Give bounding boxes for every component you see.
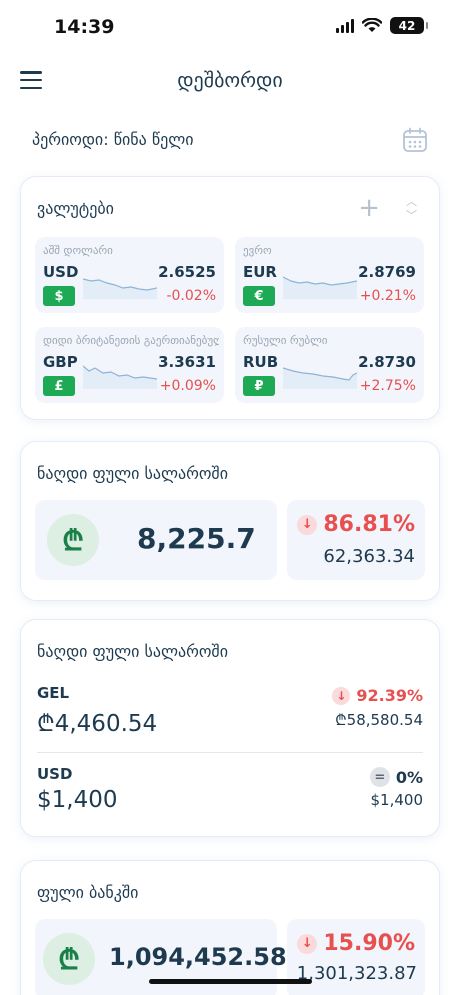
app-header: დეშბორდი	[0, 56, 460, 108]
cash-amount-box: ₾ 8,225.7	[35, 500, 277, 580]
cash-by-currency-card[interactable]: ნაღდი ფული სალაროში GEL ₾4,460.54 ↓ 92.3…	[20, 619, 440, 837]
calendar-icon[interactable]	[402, 127, 428, 153]
sparkline-chart	[83, 365, 157, 389]
bank-card[interactable]: ფული ბანკში ₾ 1,094,452.58 ↓ 15.90% 1,30…	[20, 860, 440, 995]
currency-code: RUB	[243, 353, 279, 371]
page-title: დეშბორდი	[177, 68, 283, 92]
currency-tile-rub[interactable]: რუსული რუბლი RUB 2.8730 ₽ +2.75%	[235, 327, 424, 403]
row-currency-code: USD	[37, 765, 73, 783]
row-percent-value: 0%	[395, 767, 423, 787]
row-amount: ₾4,460.54	[37, 711, 158, 737]
currency-code: EUR	[243, 263, 277, 281]
row-previous: $1,400	[370, 791, 424, 809]
currency-rate: 2.8769	[358, 263, 416, 281]
currency-tile-eur[interactable]: ევრო EUR 2.8769 € +0.21%	[235, 237, 424, 313]
period-label: პერიოდი: წინა წელი	[32, 130, 194, 149]
ruble-icon: ₽	[243, 376, 275, 396]
cash-row-gel: GEL ₾4,460.54 ↓ 92.39% ₾58,580.54	[37, 684, 423, 744]
arrow-down-icon: ↓	[297, 933, 318, 954]
currency-change: +0.21%	[359, 288, 416, 304]
row-percent-value: 92.39%	[356, 686, 423, 705]
sparkline-chart	[83, 278, 157, 299]
period-selector[interactable]: პერიოდი: წინა წელი	[32, 122, 440, 162]
sort-icon[interactable]: ︿ ﹀	[406, 196, 417, 221]
cash-amount: 8,225.7	[137, 522, 256, 555]
sparkline-chart	[283, 276, 357, 299]
status-time: 14:39	[54, 16, 115, 38]
status-bar: 14:39 42	[0, 0, 460, 56]
currency-tile-usd[interactable]: აშშ დოლარი USD 2.6525 $ -0.02%	[35, 237, 224, 313]
euro-icon: €	[243, 286, 275, 306]
cash-box-title: ნაღდი ფული სალაროში	[37, 464, 228, 483]
currency-rate: 3.3631	[158, 353, 216, 371]
currencies-title: ვალუტები	[37, 199, 114, 218]
currency-tile-gbp[interactable]: დიდი ბრიტანეთის გაერთიანებული სამეფოს ფუ…	[35, 327, 224, 403]
cellular-signal-icon	[336, 18, 354, 33]
lari-icon: ₾	[47, 514, 99, 566]
status-icons: 42	[336, 17, 428, 34]
currency-change: -0.02%	[166, 288, 216, 304]
bank-amount: 1,094,452.58	[109, 943, 287, 971]
row-amount: $1,400	[37, 787, 118, 813]
row-previous: ₾58,580.54	[335, 711, 423, 729]
cash-percent: 86.81%	[323, 512, 415, 537]
row-percent: = 0%	[369, 767, 423, 787]
home-indicator[interactable]	[149, 979, 312, 984]
currency-change: +2.75%	[359, 378, 416, 394]
cash-by-currency-title: ნაღდი ფული სალაროში	[37, 642, 228, 661]
wifi-icon	[362, 18, 382, 32]
cash-box-card[interactable]: ნაღდი ფული სალაროში ₾ 8,225.7 ↓ 86.81% 6…	[20, 441, 440, 601]
battery-icon: 42	[390, 17, 428, 34]
pound-icon: £	[43, 376, 75, 396]
currency-rate: 2.6525	[158, 263, 216, 281]
currencies-tools: + ︿ ﹀	[358, 195, 417, 221]
currency-rate: 2.8730	[358, 353, 416, 371]
cash-change-box: ↓ 86.81% 62,363.34	[287, 500, 425, 580]
currency-name: რუსული რუბლი	[243, 334, 328, 347]
add-icon[interactable]: +	[358, 195, 380, 221]
equals-icon: =	[369, 767, 390, 787]
currency-change: +0.09%	[159, 378, 216, 394]
divider	[37, 752, 423, 753]
dollar-icon: $	[43, 286, 75, 306]
row-percent: ↓ 92.39%	[332, 686, 423, 705]
currency-code: USD	[43, 263, 79, 281]
currency-name: ევრო	[243, 244, 272, 257]
currency-name: დიდი ბრიტანეთის გაერთიანებული სამეფოს ფუ…	[43, 334, 219, 347]
bank-previous: 1,301,323.87	[296, 963, 417, 984]
cash-row-usd: USD $1,400 = 0% $1,400	[37, 765, 423, 825]
bank-title: ფული ბანკში	[37, 883, 139, 902]
currency-name: აშშ დოლარი	[43, 244, 113, 257]
currencies-card: ვალუტები + ︿ ﹀ აშშ დოლარი USD 2.6525 $ -0…	[20, 176, 440, 420]
arrow-down-icon: ↓	[332, 686, 351, 705]
lari-icon: ₾	[43, 933, 95, 985]
currency-code: GBP	[43, 353, 78, 371]
cash-previous: 62,363.34	[323, 546, 415, 567]
bank-percent: 15.90%	[323, 931, 415, 956]
row-currency-code: GEL	[37, 684, 70, 702]
arrow-down-icon: ↓	[297, 514, 318, 535]
sparkline-chart	[283, 367, 357, 389]
